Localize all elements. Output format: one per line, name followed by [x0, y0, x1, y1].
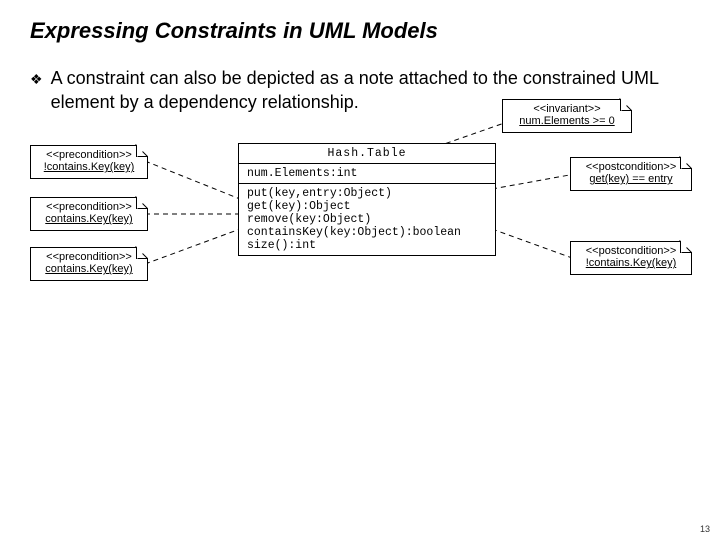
constraint-text: contains.Key(key) [37, 213, 141, 226]
class-attributes: num.Elements:int [239, 164, 495, 184]
constraint-text: num.Elements >= 0 [509, 115, 625, 128]
diamond-bullet-icon: ❖ [30, 66, 43, 92]
class-name: Hash.Table [239, 144, 495, 164]
stereotype-label: <<invariant>> [509, 103, 625, 116]
constraint-text: !contains.Key(key) [37, 161, 141, 174]
note-precondition-1: <<precondition>> !contains.Key(key) [30, 145, 148, 179]
constraint-text: contains.Key(key) [37, 263, 141, 276]
note-fold-icon [136, 247, 148, 259]
page-number: 13 [700, 524, 710, 534]
note-precondition-3: <<precondition>> contains.Key(key) [30, 247, 148, 281]
note-fold-icon [680, 157, 692, 169]
stereotype-label: <<precondition>> [37, 149, 141, 162]
stereotype-label: <<precondition>> [37, 251, 141, 264]
uml-class-hashtable: Hash.Table num.Elements:int put(key,entr… [238, 143, 496, 256]
stereotype-label: <<postcondition>> [577, 161, 685, 174]
note-fold-icon [620, 99, 632, 111]
constraint-text: !contains.Key(key) [577, 257, 685, 270]
note-fold-icon [136, 197, 148, 209]
uml-diagram: <<invariant>> num.Elements >= 0 <<precon… [30, 119, 690, 339]
note-fold-icon [136, 145, 148, 157]
stereotype-label: <<precondition>> [37, 201, 141, 214]
stereotype-label: <<postcondition>> [577, 245, 685, 258]
note-invariant: <<invariant>> num.Elements >= 0 [502, 99, 632, 133]
note-precondition-2: <<precondition>> contains.Key(key) [30, 197, 148, 231]
class-operations: put(key,entry:Object) get(key):Object re… [239, 184, 495, 255]
note-fold-icon [680, 241, 692, 253]
slide-title: Expressing Constraints in UML Models [30, 18, 690, 44]
constraint-text: get(key) == entry [577, 173, 685, 186]
note-postcondition-1: <<postcondition>> get(key) == entry [570, 157, 692, 191]
note-postcondition-2: <<postcondition>> !contains.Key(key) [570, 241, 692, 275]
